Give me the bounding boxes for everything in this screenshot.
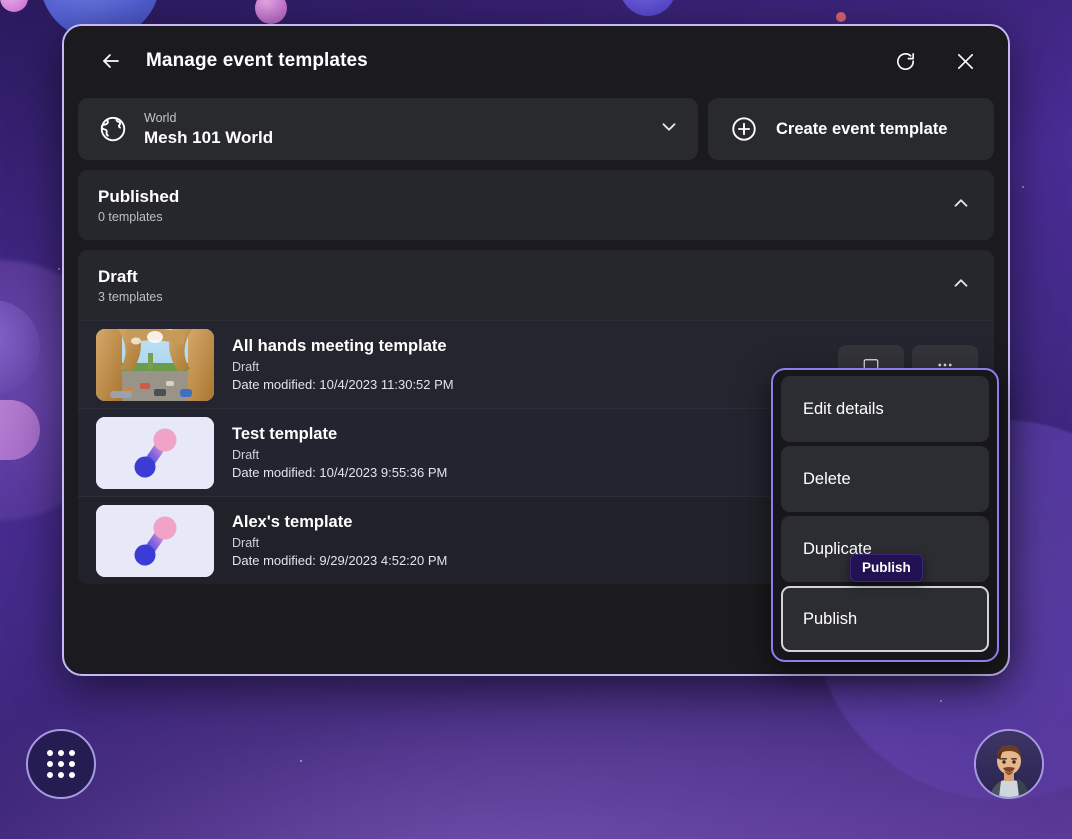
menu-item-delete[interactable]: Delete (781, 446, 989, 512)
template-name: All hands meeting template (232, 336, 447, 355)
section-title: Draft (98, 266, 138, 286)
template-context-menu: Edit details Delete Duplicate Publish (771, 368, 999, 662)
publish-tooltip: Publish (850, 554, 923, 582)
template-date-modified: Date modified: 10/4/2023 11:30:52 PM (232, 376, 454, 392)
top-controls-row: World Mesh 101 World Create event templa… (78, 98, 994, 160)
create-event-template-label: Create event template (776, 119, 948, 138)
virtual-world-scene-thumbnail (96, 328, 214, 401)
dialog-header: Manage event templates (64, 26, 1008, 96)
background-bubble-top (620, 0, 676, 16)
template-name: Alex's template (232, 512, 353, 531)
mesh-logo-thumbnail (96, 504, 214, 577)
menu-item-publish[interactable]: Publish (781, 586, 989, 652)
section-published: Published 0 templates (78, 170, 994, 240)
world-selector[interactable]: World Mesh 101 World (78, 98, 698, 160)
section-published-text: Published 0 templates (98, 186, 179, 225)
chevron-up-icon[interactable] (950, 272, 972, 299)
section-published-header[interactable]: Published 0 templates (78, 170, 994, 240)
background-star (300, 760, 302, 762)
section-draft-header[interactable]: Draft 3 templates (78, 250, 994, 320)
refresh-icon[interactable] (886, 42, 924, 80)
template-info: Test template Draft Date modified: 10/4/… (232, 424, 447, 482)
background-star (58, 268, 60, 270)
mesh-logo-thumbnail (96, 416, 214, 489)
background-star (1022, 186, 1024, 188)
avatar[interactable] (974, 729, 1044, 799)
background-bubble-pink (255, 0, 287, 24)
status-badge: Draft (232, 359, 260, 374)
section-title: Published (98, 186, 180, 206)
world-selector-text: World Mesh 101 World (144, 111, 273, 148)
background-bubble-pink-small (0, 0, 28, 12)
template-info: Alex's template Draft Date modified: 9/2… (232, 512, 447, 570)
menu-item-edit-details[interactable]: Edit details (781, 376, 989, 442)
app-grid-icon[interactable] (26, 729, 96, 799)
section-subtitle: 0 templates (98, 209, 163, 224)
template-name: Test template (232, 424, 338, 443)
desktop-background: Manage event templates World Mesh 101 Wo… (0, 0, 1072, 839)
section-subtitle: 3 templates (98, 289, 163, 304)
globe-icon (98, 114, 128, 144)
app-grid-dots (47, 750, 75, 778)
world-value: Mesh 101 World (144, 127, 274, 147)
background-pill-shape (0, 400, 40, 460)
close-icon[interactable] (946, 42, 984, 80)
status-badge: Draft (232, 535, 260, 550)
section-draft-text: Draft 3 templates (98, 266, 163, 305)
background-dot-red (836, 12, 846, 22)
chevron-down-icon[interactable] (658, 116, 680, 143)
page-title: Manage event templates (146, 50, 368, 71)
chevron-up-icon[interactable] (950, 192, 972, 219)
plus-circle-icon (730, 115, 758, 143)
create-event-template-button[interactable]: Create event template (708, 98, 994, 160)
template-date-modified: Date modified: 10/4/2023 9:55:36 PM (232, 464, 448, 480)
template-info: All hands meeting template Draft Date mo… (232, 336, 454, 394)
back-arrow-icon[interactable] (92, 42, 130, 80)
header-actions (886, 42, 984, 80)
status-badge: Draft (232, 447, 260, 462)
background-star (940, 700, 942, 702)
world-label: World (144, 110, 177, 125)
background-bubble-lower-left (0, 300, 40, 395)
template-date-modified: Date modified: 9/29/2023 4:52:20 PM (232, 552, 448, 568)
